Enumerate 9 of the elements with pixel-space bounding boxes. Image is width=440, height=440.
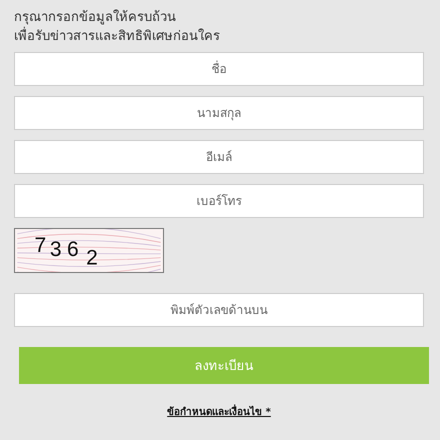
captcha-field[interactable]: พิมพ์ตัวเลขด้านบน: [14, 293, 424, 327]
form-heading: กรุณากรอกข้อมูลให้ครบถ้วน: [14, 8, 176, 26]
text-field[interactable]: เบอร์โทร: [14, 184, 424, 218]
text-field[interactable]: ชื่อ: [14, 52, 424, 86]
captcha-image: 7 3 6 2: [14, 228, 164, 273]
text-field[interactable]: อีเมล์: [14, 140, 424, 174]
text-field[interactable]: นามสกุล: [14, 96, 424, 130]
terms-link[interactable]: ข้อกำหนดและเงื่อนไข *: [167, 404, 271, 419]
form-heading: เพื่อรับข่าวสารและสิทธิพิเศษก่อนใคร: [14, 27, 220, 46]
